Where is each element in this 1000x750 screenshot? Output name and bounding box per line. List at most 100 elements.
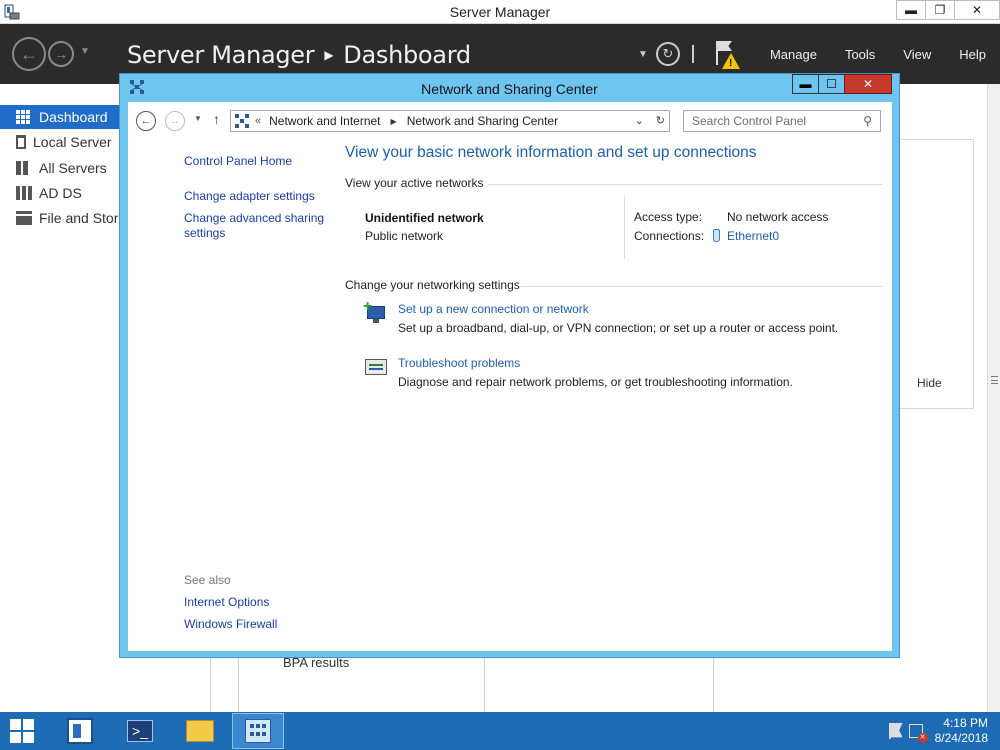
system-tray: 4:18 PM 8/24/2018	[888, 712, 1000, 750]
up-arrow-icon[interactable]: ↑	[213, 111, 220, 127]
network-sharing-center-window: Network and Sharing Center ▬ ☐ ✕ ← → ▼ ↑…	[119, 73, 900, 658]
sidebar-item-label: File and Stora	[39, 210, 127, 226]
address-segment-network-internet[interactable]: Network and Internet	[269, 114, 380, 128]
server-manager-icon	[67, 718, 93, 744]
see-also-label: See also	[184, 573, 231, 587]
breadcrumb-current: Dashboard	[343, 41, 471, 69]
change-advanced-sharing-link[interactable]: Change advanced sharing settings	[184, 211, 324, 241]
nsc-titlebar[interactable]: Network and Sharing Center ▬ ☐ ✕	[120, 74, 899, 102]
restore-button[interactable]: ❐	[925, 0, 955, 20]
back-button[interactable]: ←	[12, 37, 46, 71]
taskbar-server-manager[interactable]	[54, 713, 106, 749]
network-center-icon	[245, 719, 271, 743]
clock[interactable]: 4:18 PM 8/24/2018	[935, 716, 988, 746]
refresh-icon[interactable]: ↻	[655, 42, 680, 66]
address-dropdown-icon[interactable]: ⌄	[635, 114, 644, 127]
server-manager-titlebar: Server Manager ▬ ❐ ✕	[0, 0, 1000, 24]
vertical-scrollbar[interactable]	[987, 84, 1000, 712]
breadcrumb-separator-icon: ▶	[324, 48, 334, 62]
link-line-2: settings	[184, 226, 226, 240]
clock-date: 8/24/2018	[934, 731, 988, 745]
control-panel-home-link[interactable]: Control Panel Home	[184, 154, 292, 169]
taskbar: >_ 4:18 PM 8/24/2018	[0, 712, 1000, 750]
troubleshoot-link[interactable]: Troubleshoot problems	[398, 356, 520, 370]
servers-icon	[16, 161, 32, 175]
start-button[interactable]	[6, 718, 38, 744]
network-center-icon	[235, 114, 249, 128]
refresh-icon[interactable]: ↻	[656, 114, 665, 127]
dashboard-icon	[16, 110, 32, 124]
search-placeholder: Search Control Panel	[692, 114, 807, 128]
address-overflow[interactable]: «	[255, 115, 261, 127]
sidebar-item-label: All Servers	[39, 160, 107, 176]
clock-time: 4:18 PM	[943, 716, 988, 730]
folder-icon	[186, 720, 214, 742]
address-separator-icon[interactable]: ▶	[391, 117, 397, 126]
sidebar-item-label: Dashboard	[39, 109, 108, 125]
recent-locations-dropdown[interactable]: ▼	[194, 114, 202, 123]
nsc-window-title: Network and Sharing Center	[421, 81, 598, 97]
ethernet-connection-link[interactable]: Ethernet0	[727, 229, 779, 243]
ethernet-icon	[713, 229, 720, 242]
arrow-right-icon: →	[54, 46, 68, 62]
access-type-value: No network access	[727, 210, 829, 224]
troubleshoot-description: Diagnose and repair network problems, or…	[398, 375, 793, 389]
change-adapter-settings-link[interactable]: Change adapter settings	[184, 189, 315, 204]
setup-connection-description: Set up a broadband, dial-up, or VPN conn…	[398, 321, 839, 335]
internet-options-link[interactable]: Internet Options	[184, 595, 269, 610]
taskbar-file-explorer[interactable]	[174, 713, 226, 749]
minimize-button[interactable]: ▬	[896, 0, 926, 20]
window-title: Server Manager	[449, 4, 551, 20]
divider	[521, 286, 882, 287]
hide-link[interactable]: Hide	[917, 376, 942, 390]
server-icon	[16, 135, 26, 149]
search-icon[interactable]: ⚲	[863, 114, 872, 128]
link-line-1: Change advanced sharing	[184, 211, 325, 225]
windows-firewall-link[interactable]: Windows Firewall	[184, 617, 277, 632]
divider	[691, 45, 694, 63]
new-connection-icon: +	[363, 298, 388, 326]
connections-label: Connections:	[634, 229, 705, 243]
menu-help[interactable]: Help	[959, 47, 986, 62]
file-storage-icon	[16, 211, 32, 225]
nsc-body: ← → ▼ ↑ « Network and Internet ▶ Network…	[128, 102, 892, 651]
address-segment-nsc[interactable]: Network and Sharing Center	[407, 114, 558, 128]
access-type-label: Access type:	[634, 210, 703, 224]
menu-view[interactable]: View	[903, 47, 931, 62]
arrow-right-icon: →	[169, 115, 181, 127]
search-input[interactable]: Search Control Panel ⚲	[683, 110, 881, 132]
nsc-maximize-button[interactable]: ☐	[818, 74, 845, 94]
troubleshoot-icon	[364, 356, 388, 380]
nsc-forward-button[interactable]: →	[165, 111, 185, 131]
taskbar-powershell[interactable]: >_	[114, 713, 166, 749]
address-bar[interactable]: « Network and Internet ▶ Network and Sha…	[230, 110, 670, 132]
windows-logo-icon	[10, 719, 21, 730]
divider	[624, 196, 625, 259]
sidebar-item-label: Local Server	[33, 134, 112, 150]
taskbar-network-center[interactable]	[232, 713, 284, 749]
breadcrumb-root[interactable]: Server Manager	[127, 41, 315, 69]
powershell-icon: >_	[127, 720, 153, 742]
scroll-grip-icon[interactable]	[991, 376, 998, 384]
nsc-close-button[interactable]: ✕	[844, 74, 892, 94]
close-button[interactable]: ✕	[954, 0, 1000, 20]
network-name: Unidentified network	[365, 211, 484, 225]
history-dropdown[interactable]: ▼	[80, 46, 90, 57]
forward-button[interactable]: →	[48, 41, 74, 67]
setup-connection-link[interactable]: Set up a new connection or network	[398, 302, 589, 316]
menu-manage[interactable]: Manage	[770, 47, 817, 62]
network-status-icon[interactable]	[908, 724, 928, 743]
arrow-left-icon: ←	[20, 43, 38, 64]
action-center-flag-icon[interactable]	[888, 723, 903, 739]
network-category[interactable]: Public network	[365, 229, 443, 243]
welcome-tile	[894, 139, 974, 409]
arrow-left-icon: ←	[140, 115, 152, 127]
active-networks-label: View your active networks	[345, 176, 484, 190]
nsc-minimize-button[interactable]: ▬	[792, 74, 819, 94]
change-settings-label: Change your networking settings	[345, 278, 520, 292]
notifications-flag-icon[interactable]: !	[714, 39, 740, 69]
nsc-back-button[interactable]: ←	[136, 111, 156, 131]
refresh-dropdown[interactable]: ▼	[638, 49, 648, 60]
adds-icon	[16, 186, 32, 200]
menu-tools[interactable]: Tools	[845, 47, 875, 62]
